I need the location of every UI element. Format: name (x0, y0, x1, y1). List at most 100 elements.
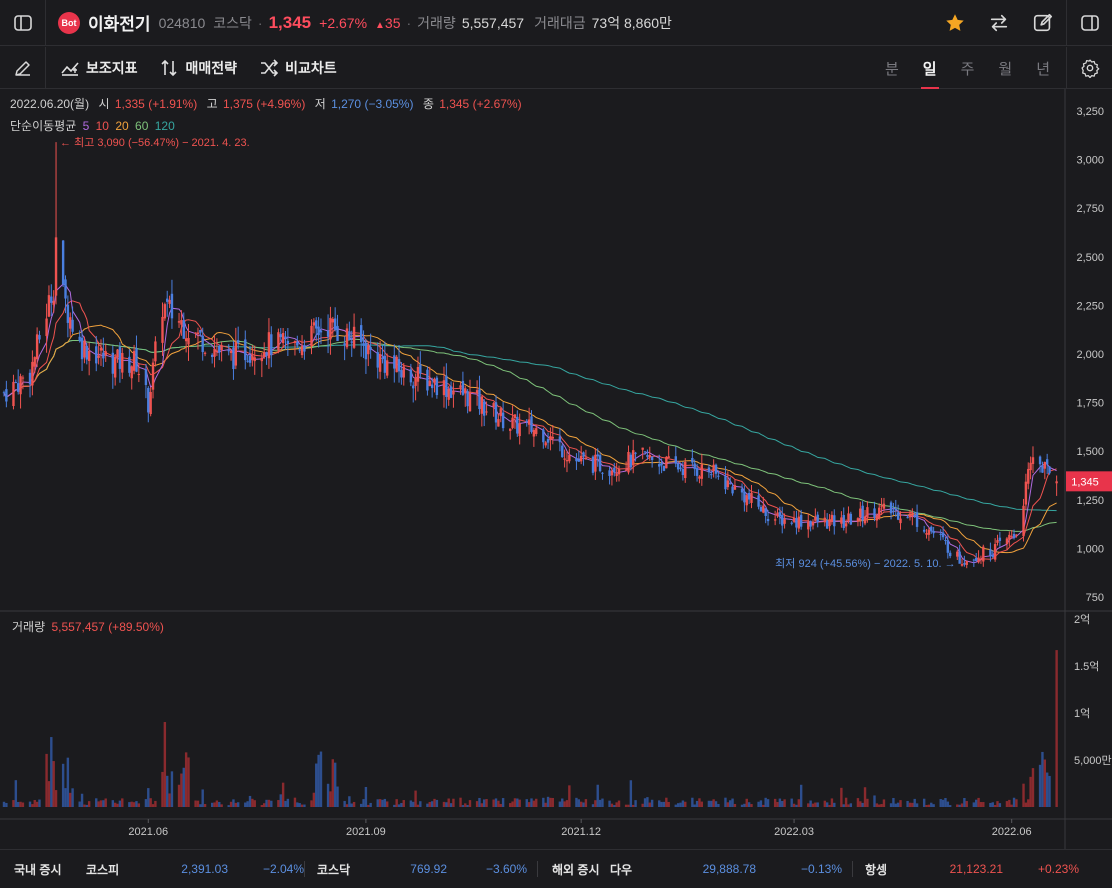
ma-120: 120 (154, 119, 175, 133)
volume-bar (246, 801, 249, 807)
volume-bar (478, 797, 481, 807)
toggle-left-panel-button[interactable] (0, 0, 46, 46)
volume-bar (613, 805, 616, 807)
volume-bar (499, 803, 502, 807)
close-label: 종 (422, 97, 434, 111)
compare-button[interactable]: 비교차트 (259, 58, 337, 78)
volume-bar (248, 795, 252, 807)
candle-body (825, 520, 829, 529)
candlestick-chart[interactable]: 3,250 3,000 2,750 2,500 2,250 2,000 1,750 1,500… (0, 89, 1112, 849)
indicator-chart-icon (61, 61, 79, 76)
candle-body (279, 334, 282, 338)
swap-icon[interactable] (988, 12, 1010, 34)
volume-bar (485, 799, 488, 807)
candle-body (54, 237, 58, 296)
ma-5: 5 (82, 119, 90, 133)
volume-bar (535, 798, 538, 807)
volume-bar (229, 801, 233, 807)
candle-body (518, 423, 521, 437)
volume-bar (766, 799, 770, 807)
volume-bar (989, 802, 992, 807)
candle-body (700, 464, 704, 479)
candle-body (265, 352, 268, 356)
volume-bar (461, 805, 465, 807)
indicators-button[interactable]: 보조지표 (60, 58, 138, 78)
candle-body (925, 533, 928, 535)
volume-bar (497, 800, 500, 807)
strategy-button[interactable]: 매매전략 (160, 58, 237, 78)
edit-icon[interactable] (1032, 12, 1054, 34)
tab-period-minute[interactable]: 분 (883, 47, 901, 89)
candle-body (996, 540, 999, 543)
volume-bar (52, 761, 55, 807)
candle-body (130, 366, 133, 379)
volume-tick-label: 1억 (1074, 707, 1090, 720)
candle-body (310, 325, 313, 346)
candle-body (591, 456, 595, 473)
candle-body (535, 428, 538, 434)
ma-legend[interactable]: 단순이동평균 5 10 20 60 120 (10, 117, 175, 134)
candle-body (759, 506, 763, 512)
candle-body (679, 467, 682, 469)
candle-body (809, 520, 812, 527)
change-amount: ▲35 (375, 15, 400, 31)
volume-bar (773, 798, 777, 807)
candle-body (113, 357, 117, 378)
index-dow[interactable]: 다우 29,888.78 −0.13% (610, 861, 852, 878)
candle-body (856, 518, 860, 522)
drawing-tool-button[interactable] (0, 46, 46, 89)
candle-body (1055, 481, 1058, 484)
candle-body (1048, 466, 1051, 474)
index-name: 코스닥 (317, 862, 351, 877)
volume-bar (416, 804, 420, 807)
price-chart-area[interactable]: 3,250 3,000 2,750 2,500 2,250 2,000 1,750 1,500… (0, 89, 1112, 849)
candle-body (598, 455, 602, 472)
tab-period-day[interactable]: 일 (920, 47, 939, 89)
volume-bar (882, 799, 886, 807)
candle-body (575, 458, 578, 462)
candle-body (184, 338, 188, 342)
volume-bar (381, 799, 384, 807)
candle-body (766, 518, 770, 522)
candle-body (16, 383, 20, 392)
candle-body (47, 295, 51, 317)
volume-bar (14, 780, 18, 807)
candle-body (558, 436, 562, 443)
volume-bar (596, 784, 599, 807)
volume-bar (1024, 802, 1028, 807)
candle-body (882, 503, 886, 509)
volume-bar (598, 799, 602, 807)
chart-settings-button[interactable] (1066, 47, 1112, 89)
tab-period-month[interactable]: 월 (996, 47, 1014, 89)
tab-period-week[interactable]: 주 (959, 47, 977, 89)
candle-body (634, 452, 637, 454)
volume-bar (516, 798, 519, 807)
candle-body (1005, 538, 1009, 544)
volume-bar (844, 797, 848, 807)
volume-bar (350, 803, 353, 807)
toggle-right-panel-button[interactable] (1066, 0, 1112, 46)
volume-bar (184, 752, 188, 807)
index-kosdaq[interactable]: 코스닥 769.92 −3.60% (305, 861, 537, 878)
candle-body (480, 396, 484, 414)
volume-bar (979, 802, 983, 807)
index-hangseng[interactable]: 항셍 21,123.21 +0.23% (853, 861, 1083, 878)
tab-period-year[interactable]: 년 (1034, 47, 1052, 89)
star-icon[interactable] (944, 12, 966, 34)
candle-body (430, 384, 434, 389)
volume-bar (993, 804, 997, 807)
candle-body (21, 377, 25, 379)
index-kospi[interactable]: 코스피 2,391.03 −2.04% (72, 861, 304, 878)
volume-bar (166, 775, 169, 807)
candle-body (234, 342, 238, 366)
candle-body (816, 514, 819, 523)
volume-bar (747, 802, 751, 807)
candle-body (121, 352, 124, 373)
volume-bar (428, 801, 431, 807)
candle-body (667, 456, 670, 458)
candle-body (497, 419, 500, 427)
volume-bar (634, 800, 637, 807)
candle-body (326, 330, 330, 337)
candle-body (414, 377, 417, 386)
candle-body (445, 375, 448, 397)
